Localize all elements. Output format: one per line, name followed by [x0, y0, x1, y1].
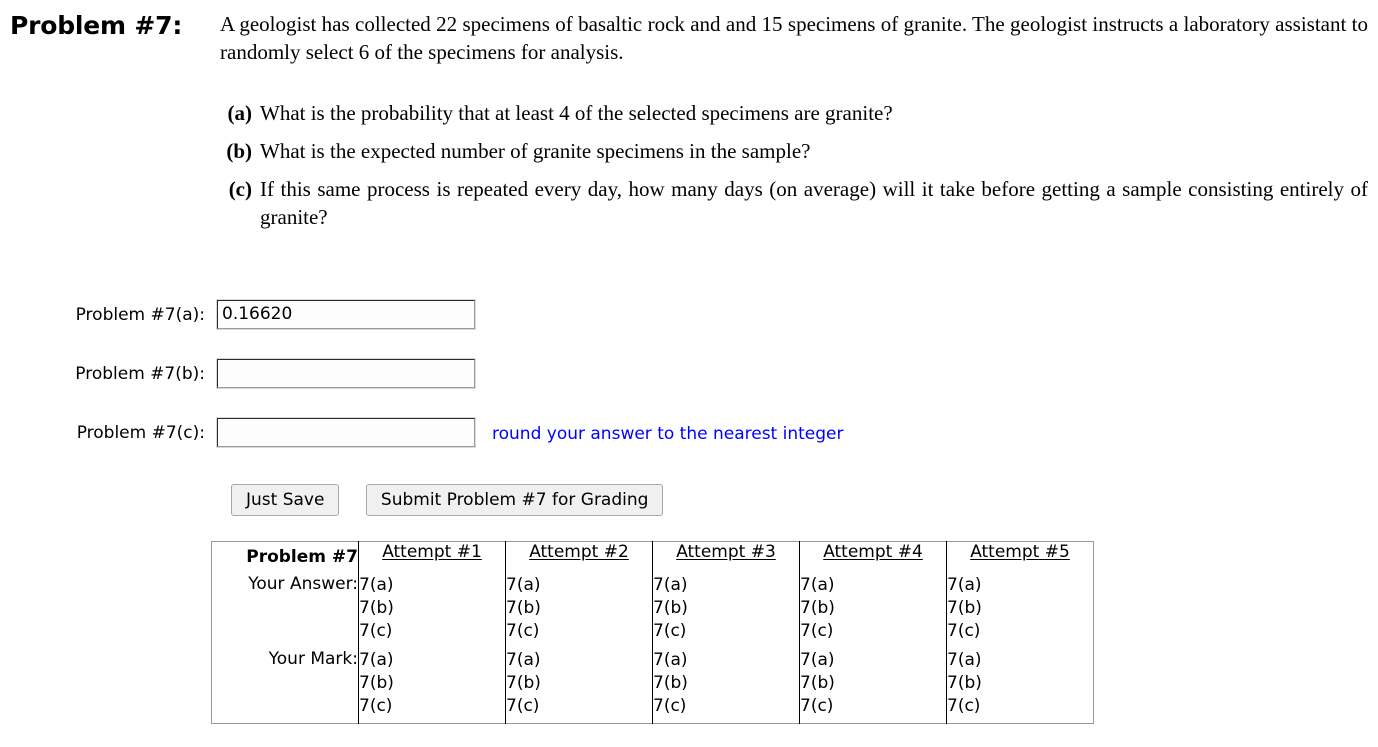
answer-hint-c: round your answer to the nearest integer	[492, 424, 844, 444]
your-mark-attempt-2: 7(a) 7(b) 7(c)	[505, 643, 653, 724]
cell-line: 7(b)	[800, 673, 835, 693]
problem-part-b: (b) What is the expected number of grani…	[220, 137, 1368, 165]
cell-line: 7(a)	[800, 575, 835, 595]
attempts-results-table: Problem #7 Attempt #1 Attempt #2 Attempt…	[211, 541, 1094, 724]
cell-line: 7(a)	[947, 650, 982, 670]
problem-part-a: (a) What is the probability that at leas…	[220, 99, 1368, 127]
table-header-attempt-3: Attempt #3	[652, 541, 800, 571]
cell-line: 7(c)	[506, 696, 540, 716]
problem-part-c: (c) If this same process is repeated eve…	[220, 175, 1368, 231]
table-header-row: Problem #7 Attempt #1 Attempt #2 Attempt…	[211, 541, 1094, 572]
action-button-bar: Just Save Submit Problem #7 for Grading	[231, 484, 664, 516]
just-save-button[interactable]: Just Save	[231, 484, 340, 516]
cell-line: 7(b)	[506, 598, 541, 618]
cell-line: 7(a)	[506, 575, 541, 595]
answer-label-a: Problem #7(a):	[75, 305, 205, 325]
cell-line: 7(c)	[359, 621, 393, 641]
table-header-attempt-5: Attempt #5	[947, 542, 1094, 572]
answer-row-b: Problem #7(b):	[0, 358, 1378, 392]
problem-parts-list: (a) What is the probability that at leas…	[220, 99, 1368, 231]
cell-line: 7(c)	[653, 696, 687, 716]
cell-line: 7(a)	[800, 650, 835, 670]
part-a-text: What is the probability that at least 4 …	[260, 101, 893, 125]
cell-line: 7(b)	[653, 673, 688, 693]
table-corner-label: Problem #7	[211, 541, 359, 571]
table-header-attempt-1: Attempt #1	[358, 541, 506, 571]
your-answer-attempt-5: 7(a) 7(b) 7(c)	[947, 571, 1094, 643]
answer-label-b: Problem #7(b):	[75, 364, 205, 384]
cell-line: 7(b)	[947, 673, 982, 693]
table-row: Your Answer: 7(a) 7(b) 7(c) 7(a) 7(b) 7(…	[211, 571, 1094, 643]
your-answer-attempt-2: 7(a) 7(b) 7(c)	[505, 571, 653, 643]
problem-number-label: Problem #7:	[10, 11, 183, 40]
part-b-text: What is the expected number of granite s…	[260, 139, 811, 163]
attempt-4-text: Attempt #4	[823, 542, 923, 562]
your-mark-attempt-5: 7(a) 7(b) 7(c)	[947, 643, 1094, 724]
part-a-label: (a)	[227, 101, 253, 125]
cell-line: 7(c)	[506, 621, 540, 641]
submit-for-grading-button[interactable]: Submit Problem #7 for Grading	[365, 484, 664, 516]
problem-statement-block: Problem #7: A geologist has collected 22…	[10, 10, 1368, 231]
table-header-attempt-2: Attempt #2	[505, 541, 653, 571]
table-row: Your Mark: 7(a) 7(b) 7(c) 7(a) 7(b) 7(c)…	[211, 643, 1094, 724]
cell-line: 7(c)	[800, 621, 834, 641]
answer-fields-section: Problem #7(a): Problem #7(b): Problem #7…	[0, 299, 1378, 477]
part-b-label: (b)	[226, 139, 252, 163]
cell-line: 7(c)	[947, 696, 981, 716]
attempt-5-text: Attempt #5	[970, 542, 1070, 562]
table-header-attempt-4: Attempt #4	[799, 541, 947, 571]
cell-line: 7(a)	[359, 575, 394, 595]
cell-line: 7(a)	[947, 575, 982, 595]
cell-line: 7(c)	[947, 621, 981, 641]
cell-line: 7(b)	[506, 673, 541, 693]
cell-line: 7(a)	[506, 650, 541, 670]
cell-line: 7(b)	[359, 598, 394, 618]
problem-heading-row: Problem #7: A geologist has collected 22…	[10, 10, 1368, 66]
your-mark-attempt-1: 7(a) 7(b) 7(c)	[358, 643, 506, 724]
answer-input-b[interactable]	[216, 358, 476, 389]
cell-line: 7(c)	[359, 696, 393, 716]
cell-line: 7(c)	[800, 696, 834, 716]
cell-line: 7(b)	[653, 598, 688, 618]
cell-line: 7(b)	[947, 598, 982, 618]
part-c-label: (c)	[228, 177, 252, 201]
your-answer-attempt-3: 7(a) 7(b) 7(c)	[652, 571, 800, 643]
part-c-text: If this same process is repeated every d…	[260, 177, 1368, 229]
your-answer-attempt-4: 7(a) 7(b) 7(c)	[799, 571, 947, 643]
answer-label-c: Problem #7(c):	[76, 423, 205, 443]
answer-row-c: Problem #7(c): round your answer to the …	[0, 417, 1378, 451]
cell-line: 7(a)	[653, 575, 688, 595]
your-answer-attempt-1: 7(a) 7(b) 7(c)	[358, 571, 506, 643]
answer-row-a: Problem #7(a):	[0, 299, 1378, 333]
cell-line: 7(b)	[800, 598, 835, 618]
your-mark-label: Your Mark:	[211, 643, 359, 724]
your-answer-label: Your Answer:	[211, 571, 359, 643]
cell-line: 7(a)	[653, 650, 688, 670]
attempt-2-text: Attempt #2	[529, 542, 629, 562]
cell-line: 7(b)	[359, 673, 394, 693]
cell-line: 7(c)	[653, 621, 687, 641]
cell-line: 7(a)	[359, 650, 394, 670]
problem-body-text: A geologist has collected 22 specimens o…	[220, 12, 1368, 64]
your-mark-attempt-3: 7(a) 7(b) 7(c)	[652, 643, 800, 724]
answer-input-a[interactable]	[216, 299, 476, 330]
attempt-1-text: Attempt #1	[382, 542, 482, 562]
answer-input-c[interactable]	[216, 417, 476, 448]
attempt-3-text: Attempt #3	[676, 542, 776, 562]
your-mark-attempt-4: 7(a) 7(b) 7(c)	[799, 643, 947, 724]
